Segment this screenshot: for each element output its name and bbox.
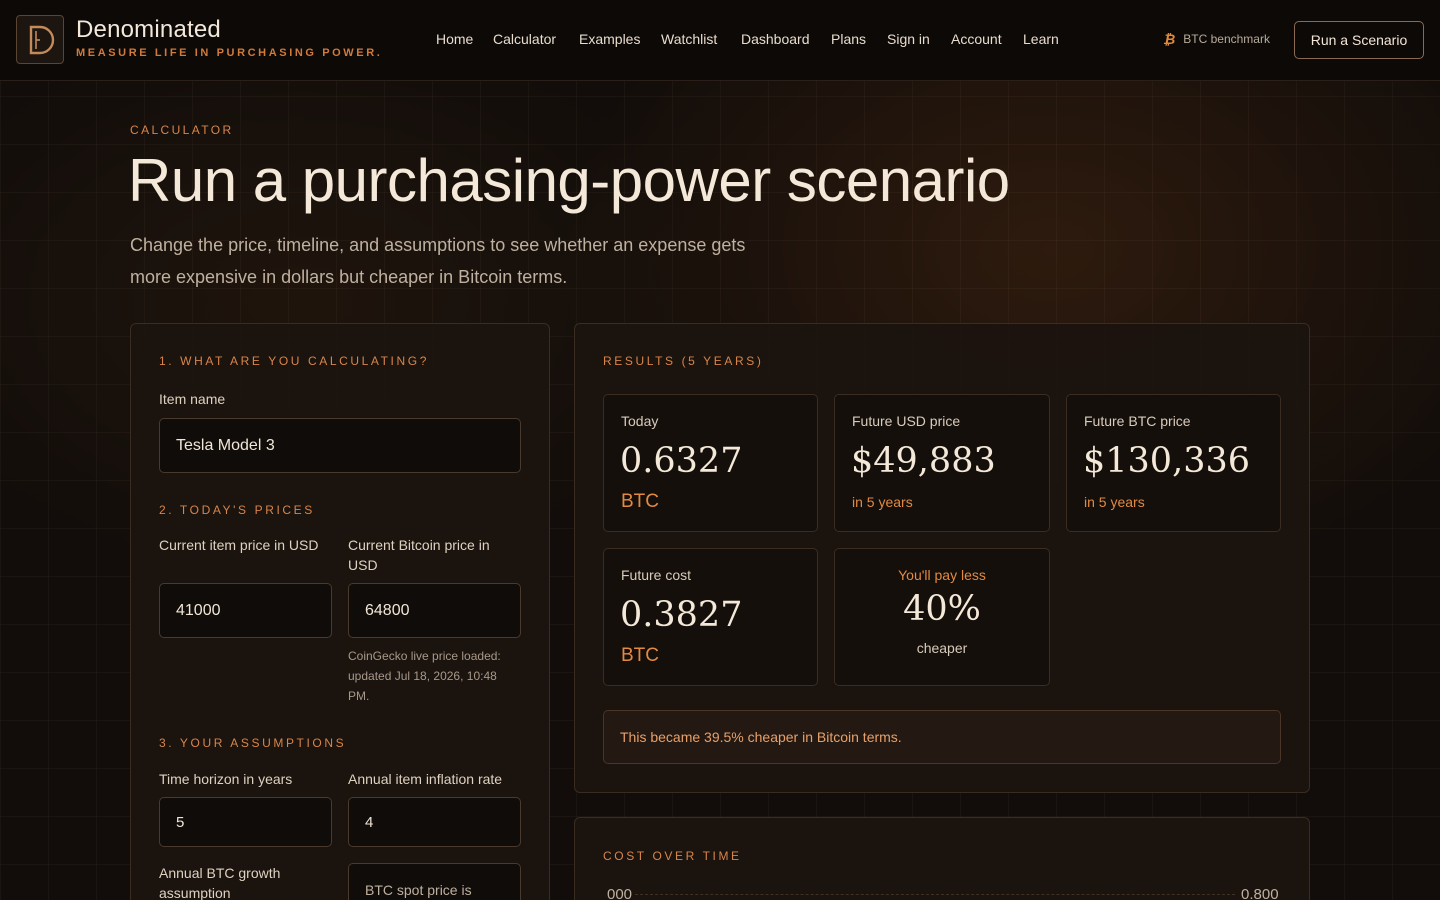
section-what-calculating: 1. WHAT ARE YOU CALCULATING? (159, 354, 429, 368)
run-scenario-button[interactable]: Run a Scenario (1294, 21, 1424, 59)
nav-watchlist[interactable]: Watchlist (661, 31, 717, 47)
today-cost-card: Today 0.6327 BTC (603, 394, 818, 532)
nav-sign-in[interactable]: Sign in (887, 31, 930, 47)
time-horizon-label: Time horizon in years (159, 771, 293, 787)
inflation-rate-label: Annual item inflation rate (348, 771, 503, 787)
btc-benchmark: ₿ BTC benchmark (1163, 31, 1270, 47)
pay-less-sub: cheaper (916, 640, 968, 656)
chart-left-tick: 000 (607, 886, 633, 900)
future-cost-unit: BTC (621, 645, 659, 666)
brand-name[interactable]: Denominated (76, 16, 221, 44)
nav-dashboard[interactable]: Dashboard (741, 31, 810, 47)
price-source-note: CoinGecko live price loaded: updated Jul… (348, 649, 501, 703)
future-cost-label: Future cost (621, 567, 692, 583)
page-subtitle: Change the price, timeline, and assumpti… (130, 235, 746, 287)
page-title: Run a purchasing-power scenario (128, 147, 1010, 214)
item-price-label: Current item price in USD (159, 537, 319, 553)
chart-right-tick: 0.800 (1241, 886, 1279, 900)
savings-card: You'll pay less 40% cheaper (834, 548, 1050, 686)
time-horizon-input[interactable]: 5 (159, 797, 332, 847)
future-usd-value: $49,883 (851, 441, 996, 481)
btc-price-label: Current Bitcoin price in USD (348, 537, 490, 573)
future-btc-value: $130,336 (1083, 441, 1251, 481)
bitcoin-icon: ₿ (1163, 31, 1176, 47)
brand-tagline: MEASURE LIFE IN PURCHASING POWER. (76, 47, 383, 59)
nav-examples[interactable]: Examples (579, 31, 640, 47)
cost-over-time-panel: COST OVER TIME 000 0.800 (574, 817, 1310, 900)
nav-learn[interactable]: Learn (1023, 31, 1059, 47)
future-cost-value: 0.3827 (620, 595, 743, 635)
future-cost-card: Future cost 0.3827 BTC (603, 548, 818, 686)
today-value: 0.6327 (620, 441, 743, 481)
btc-price-input[interactable]: 64800 (348, 583, 521, 638)
pay-less-label: You'll pay less (898, 567, 986, 583)
section-todays-prices: 2. TODAY'S PRICES (159, 503, 315, 517)
calculator-form-panel: 1. WHAT ARE YOU CALCULATING? Item name T… (130, 323, 550, 900)
future-usd-sub: in 5 years (852, 494, 913, 510)
future-usd-card: Future USD price $49,883 in 5 years (834, 394, 1050, 532)
results-heading: RESULTS (5 YEARS) (603, 354, 764, 368)
section-your-assumptions: 3. YOUR ASSUMPTIONS (159, 736, 347, 750)
pay-less-value: 40% (903, 589, 981, 629)
result-callout-text: This became 39.5% cheaper in Bitcoin ter… (620, 729, 902, 745)
btc-growth-label: Annual BTC growth assumption (159, 865, 281, 900)
nav-home[interactable]: Home (436, 31, 473, 47)
page-eyebrow: CALCULATOR (130, 123, 234, 137)
item-name-input[interactable]: Tesla Model 3 (159, 418, 521, 473)
future-btc-label: Future BTC price (1084, 413, 1191, 429)
future-btc-card: Future BTC price $130,336 in 5 years (1066, 394, 1281, 532)
nav-plans[interactable]: Plans (831, 31, 866, 47)
result-callout: This became 39.5% cheaper in Bitcoin ter… (603, 710, 1281, 764)
logo-icon[interactable] (16, 15, 64, 64)
top-navigation-bar: Denominated MEASURE LIFE IN PURCHASING P… (0, 0, 1440, 81)
item-name-label: Item name (159, 391, 226, 407)
today-unit: BTC (621, 491, 659, 512)
btc-benchmark-label: BTC benchmark (1183, 32, 1270, 46)
today-label: Today (621, 413, 659, 429)
item-price-input[interactable]: 41000 (159, 583, 332, 638)
chart-heading: COST OVER TIME (603, 849, 742, 863)
future-usd-label: Future USD price (852, 413, 961, 429)
inflation-rate-input[interactable]: 4 (348, 797, 521, 847)
nav-account[interactable]: Account (951, 31, 1002, 47)
nav-calculator[interactable]: Calculator (493, 31, 556, 47)
btc-spot-note-box: BTC spot price is (348, 863, 521, 900)
future-btc-sub: in 5 years (1084, 494, 1145, 510)
chart-gridline (635, 894, 1235, 895)
